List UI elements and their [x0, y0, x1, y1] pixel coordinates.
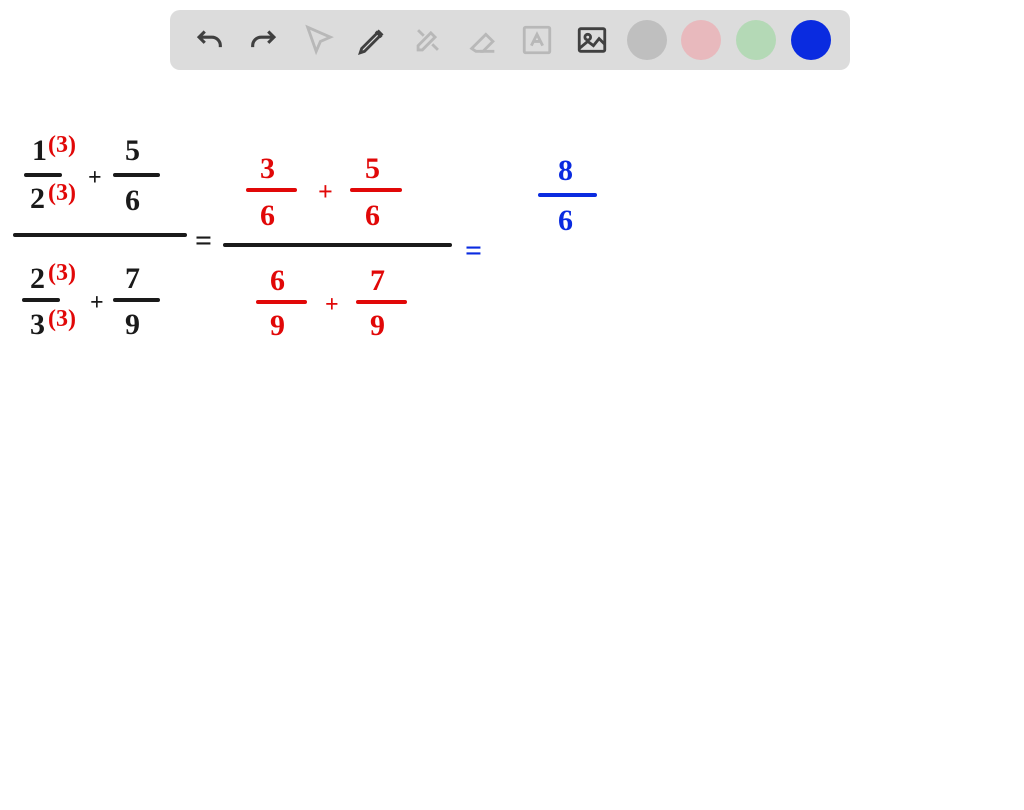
s2-bot-f1-den: 9: [270, 309, 285, 342]
redo-button[interactable]: [244, 20, 284, 60]
s1-top-f1-multden: (3): [48, 180, 76, 206]
s1-top-plus: +: [88, 165, 102, 191]
color-pink[interactable]: [681, 20, 721, 60]
s1-bot-f1-multnum: (3): [48, 260, 76, 286]
s1-bot-plus: +: [90, 290, 104, 316]
pen-button[interactable]: [353, 20, 393, 60]
equals-2: =: [465, 234, 482, 267]
redo-icon: [247, 23, 281, 57]
text-icon: [520, 23, 554, 57]
pointer-button[interactable]: [299, 20, 339, 60]
color-green[interactable]: [736, 20, 776, 60]
s3-num: 8: [558, 154, 573, 187]
undo-button[interactable]: [189, 20, 229, 60]
s1-bot-f2-den: 9: [125, 308, 140, 341]
math-annotations: 1 2 (3) (3) + 5 6 2 3 (3) (3) + 7 9 =: [0, 0, 1020, 804]
s1-top-f1-multnum: (3): [48, 132, 76, 158]
whiteboard-canvas[interactable]: 1 2 (3) (3) + 5 6 2 3 (3) (3) + 7 9 =: [0, 0, 1020, 804]
s2-top-f2-num: 5: [365, 152, 380, 185]
s2-bot-f2-den: 9: [370, 309, 385, 342]
app-viewport: 1 2 (3) (3) + 5 6 2 3 (3) (3) + 7 9 =: [0, 0, 1024, 810]
text-button[interactable]: [517, 20, 557, 60]
image-button[interactable]: [572, 20, 612, 60]
s1-bot-f2-num: 7: [125, 262, 140, 295]
s2-top-plus: +: [318, 177, 333, 206]
s2-top-f1-den: 6: [260, 199, 275, 232]
color-blue[interactable]: [791, 20, 831, 60]
eraser-icon: [466, 23, 500, 57]
s1-top-f2-num: 5: [125, 134, 140, 167]
equals-1: =: [195, 224, 212, 257]
s1-bot-f1-den: 3: [30, 308, 45, 341]
tools-icon: [411, 23, 445, 57]
s1-top-f2-den: 6: [125, 184, 140, 217]
image-icon: [575, 23, 609, 57]
s2-top-f1-num: 3: [260, 152, 275, 185]
s3-den: 6: [558, 204, 573, 237]
s1-bot-f1-num: 2: [30, 262, 45, 295]
eraser-button[interactable]: [463, 20, 503, 60]
s2-top-f2-den: 6: [365, 199, 380, 232]
pen-icon: [356, 23, 390, 57]
color-gray[interactable]: [627, 20, 667, 60]
undo-icon: [192, 23, 226, 57]
s1-top-f1-num: 1: [32, 134, 47, 167]
s2-bot-plus: +: [325, 292, 339, 318]
pointer-icon: [302, 23, 336, 57]
s1-bot-f1-multden: (3): [48, 306, 76, 332]
tools-button[interactable]: [408, 20, 448, 60]
s2-bot-f2-num: 7: [370, 264, 385, 297]
s1-top-f1-den: 2: [30, 182, 45, 215]
drawing-toolbar: [170, 10, 850, 70]
s2-bot-f1-num: 6: [270, 264, 285, 297]
